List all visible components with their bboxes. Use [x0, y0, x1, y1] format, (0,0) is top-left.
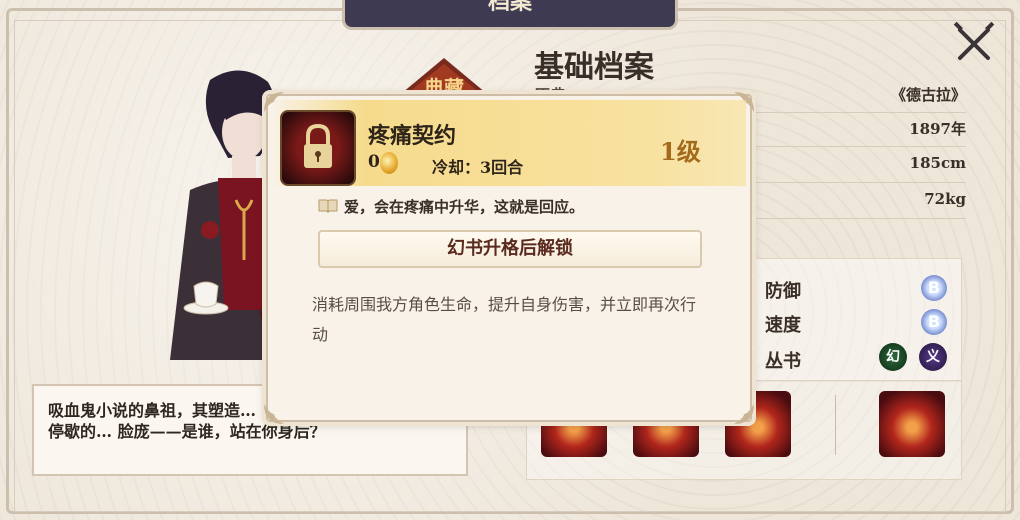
unlock-condition-button[interactable]: 幻书升格后解锁 — [318, 230, 702, 268]
ornament-corner-icon — [264, 404, 284, 424]
book-icon — [318, 199, 338, 214]
skill-thumbnail[interactable] — [879, 391, 945, 457]
series-tag-icon[interactable]: 义 — [919, 343, 947, 371]
grade-badge: B — [921, 309, 947, 335]
skill-level: 1级 — [660, 137, 701, 166]
stat-row-series: 丛书 幻 义 — [765, 343, 955, 375]
skill-quote: 爱，会在疼痛中升华，这就是回应。 — [344, 198, 585, 216]
crossed-swords-close-icon — [953, 21, 995, 60]
coin-icon — [380, 152, 398, 174]
stat-row-defense: 防御 B — [765, 273, 955, 305]
skill-icon — [280, 110, 356, 186]
skill-cost: 0 — [368, 152, 380, 172]
profile-value: 《德古拉》 — [890, 86, 966, 104]
stat-label: 丛书 — [765, 351, 801, 372]
skill-effect-text: 消耗周围我方角色生命，提升自身伤害，并立即再次行动 — [312, 295, 697, 344]
stat-label: 防御 — [765, 281, 801, 302]
padlock-icon — [304, 123, 332, 168]
stats-panel: 防御 B 速度 B 丛书 幻 义 — [752, 258, 962, 382]
profile-value: 1897年 — [909, 120, 966, 138]
close-button[interactable] — [952, 21, 996, 66]
stat-label: 速度 — [765, 315, 801, 336]
profile-value: 185cm — [909, 154, 966, 172]
top-title: 档案 — [487, 0, 532, 15]
skill-popup[interactable]: 疼痛契约 0 冷却：3回合 1级 爱，会在疼痛中升华，这就是回应。 幻书升格后解… — [264, 92, 754, 424]
profile-value: 72kg — [924, 190, 966, 208]
top-title-tab: 档案 — [342, 0, 678, 30]
stat-row-speed: 速度 B — [765, 307, 955, 339]
grade-badge: B — [921, 275, 947, 301]
series-tag-icon[interactable]: 幻 — [879, 343, 907, 371]
skill-divider — [835, 395, 836, 455]
ornament-corner-icon — [734, 404, 754, 424]
skill-name: 疼痛契约 — [368, 123, 457, 149]
skill-cooldown: 冷却：3回合 — [432, 158, 524, 177]
